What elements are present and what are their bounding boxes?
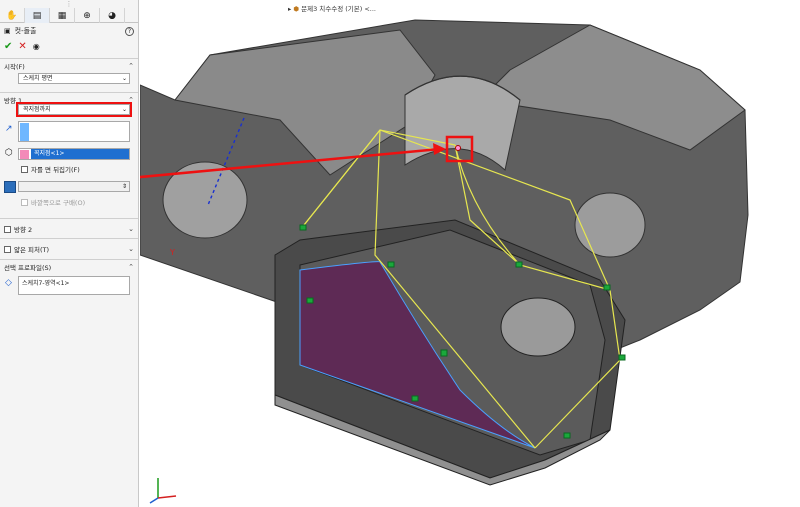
vertex-value[interactable]: 꼭지점<1> (31, 149, 129, 159)
cancel-button[interactable]: ✕ (18, 41, 26, 52)
config-manager-icon[interactable]: ▦ (50, 8, 75, 23)
property-manager-icon[interactable]: ▤ (25, 8, 50, 23)
cut-extrude-icon: ▣ (4, 27, 11, 35)
contour-list[interactable]: 스케치7-영역<1> (18, 276, 130, 295)
breadcrumb[interactable]: ▸ ⬢ 문제3 치수수정 (기본) <... (288, 3, 376, 13)
graphics-area[interactable]: Y ▸ ⬢ 문제3 치수수정 (기본) <... (140, 0, 800, 507)
vertex-select-box[interactable]: 꼭지점<1> (18, 148, 130, 160)
contour-icon: ◇ (5, 278, 12, 288)
chevron-down-icon: ⌄ (121, 106, 127, 113)
flip-side-option[interactable]: 자를 면 뒤집기(F) (21, 164, 80, 174)
dim-expert-icon[interactable]: ⊕ (75, 8, 100, 23)
section-thin-feature[interactable]: 얇은 피처(T) ⌄ (0, 238, 138, 259)
checkbox[interactable] (4, 245, 11, 253)
section-selected-contours: 선택 프로파일(S) ⌃ ◇ 스케치7-영역<1> (0, 259, 138, 301)
checkbox[interactable] (4, 225, 11, 233)
action-row: ✔ ✕ ◉ (0, 39, 138, 53)
panel-header: ▣ 컷-돌출 ? (0, 23, 138, 39)
checkbox[interactable] (21, 165, 28, 173)
model-view[interactable]: Y (140, 0, 800, 507)
chevron-down-icon: ⌄ (121, 75, 127, 82)
draft-angle-spinner[interactable]: ⇕ (18, 181, 130, 192)
panel-title: 컷-돌출 (14, 27, 37, 35)
direction2-header[interactable]: 방향 2 ⌄ (0, 222, 138, 236)
thin-feature-header[interactable]: 얇은 피처(T) ⌄ (0, 242, 138, 256)
end-condition-select[interactable]: 꼭지점까지 ⌄ (16, 102, 132, 117)
section-direction1: 방향 1 ⌃ 꼭지점까지 ⌄ ↗ ⬡ 꼭지점<1> 자를 면 뒤집기(F) ⇕ 바… (0, 92, 138, 218)
start-condition-select[interactable]: 스케치 평면 ⌄ (18, 73, 130, 84)
coordinate-triad: Y (149, 248, 177, 504)
display-manager-icon[interactable]: ◕ (100, 8, 125, 23)
help-button[interactable]: ? (125, 26, 134, 36)
svg-text:Y: Y (169, 248, 175, 257)
selected-contours-header[interactable]: 선택 프로파일(S) ⌃ (0, 260, 138, 274)
hole-right[interactable] (574, 192, 646, 258)
direction-arrow-icon: ↗ (5, 124, 13, 134)
chevron-up-icon[interactable]: ⌃ (128, 263, 134, 271)
spinner-icon: ⇕ (121, 183, 127, 190)
property-manager: ⋮ ✋ ▤ ▦ ⊕ ◕ ▣ 컷-돌출 ? ✔ ✕ ◉ 시작(F) ⌃ 스케치 평… (0, 0, 139, 507)
chevron-up-icon[interactable]: ⌃ (128, 62, 134, 70)
preview-eye-icon[interactable]: ◉ (33, 42, 40, 51)
start-label: 시작(F) (4, 63, 25, 71)
selected-vertex[interactable] (455, 145, 461, 151)
expand-arrow-icon: ▸ (288, 5, 292, 13)
ok-button[interactable]: ✔ (4, 41, 12, 52)
chevron-down-icon[interactable]: ⌄ (128, 245, 134, 253)
part-icon: ⬢ (293, 5, 300, 13)
start-header[interactable]: 시작(F) ⌃ (0, 59, 138, 73)
feature-manager-icon[interactable]: ✋ (0, 8, 25, 23)
section-direction2[interactable]: 방향 2 ⌄ (0, 218, 138, 238)
section-start: 시작(F) ⌃ 스케치 평면 ⌄ (0, 58, 138, 92)
panel-grip[interactable]: ⋮ (0, 0, 138, 8)
checkbox[interactable] (21, 198, 28, 206)
chevron-down-icon[interactable]: ⌄ (128, 225, 134, 233)
vertex-icon: ⬡ (5, 148, 13, 158)
manager-tabs: ✋ ▤ ▦ ⊕ ◕ (0, 8, 138, 23)
pocket-hole[interactable] (500, 297, 576, 357)
draft-icon[interactable] (4, 181, 16, 193)
chevron-up-icon[interactable]: ⌃ (128, 96, 134, 104)
direction-vector-box[interactable] (18, 121, 130, 142)
draft-outward-option[interactable]: 바깥쪽으로 구배(O) (21, 197, 85, 207)
